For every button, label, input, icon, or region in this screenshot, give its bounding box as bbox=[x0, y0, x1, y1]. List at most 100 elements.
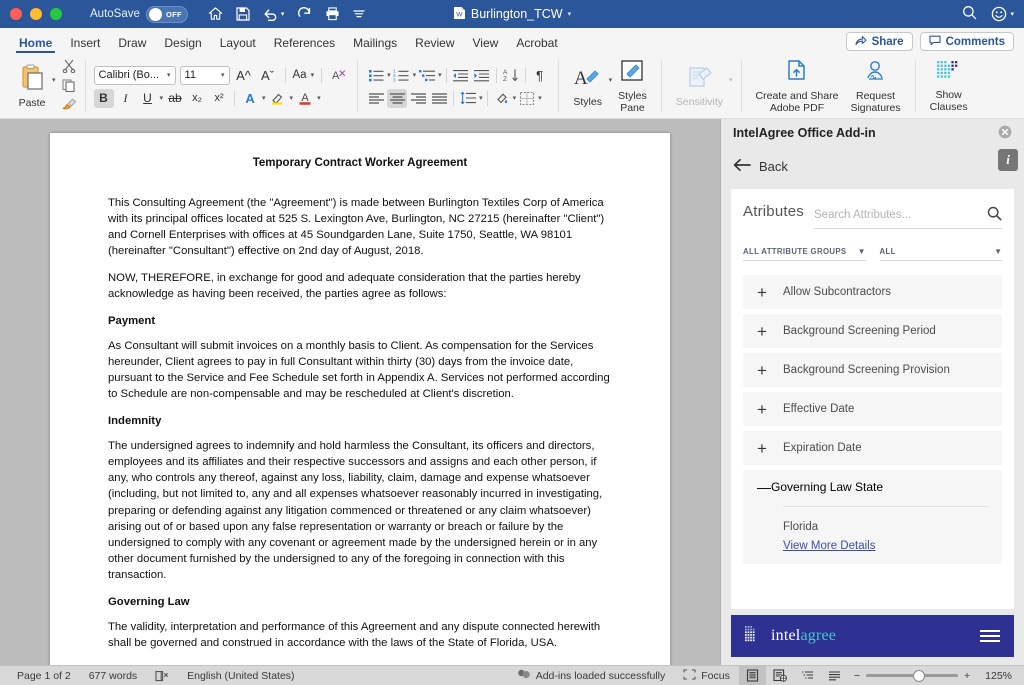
show-clauses-button[interactable]: Show Clauses bbox=[924, 58, 974, 115]
undo-dropdown-icon[interactable]: ▾ bbox=[281, 10, 285, 18]
zoom-slider-handle[interactable] bbox=[913, 669, 925, 682]
text-effects-button[interactable]: A bbox=[240, 89, 260, 108]
line-spacing-icon[interactable] bbox=[458, 89, 478, 108]
numbering-dropdown-icon[interactable]: ▾ bbox=[413, 71, 417, 79]
font-size-select[interactable]: 11 ▾ bbox=[179, 65, 230, 85]
font-color-icon[interactable]: A bbox=[295, 89, 315, 108]
increase-indent-icon[interactable] bbox=[472, 66, 492, 85]
back-button[interactable]: Back bbox=[733, 158, 788, 175]
subscript-button[interactable]: x₂ bbox=[187, 89, 207, 108]
maximize-window-button[interactable] bbox=[50, 8, 62, 20]
shading-dropdown-icon[interactable]: ▾ bbox=[513, 94, 517, 102]
text-effects-dropdown-icon[interactable]: ▾ bbox=[262, 94, 266, 102]
collapse-icon[interactable]: — bbox=[757, 479, 771, 495]
italic-button[interactable]: I bbox=[116, 89, 136, 108]
change-case-dropdown-icon[interactable]: ▾ bbox=[311, 71, 315, 79]
borders-icon[interactable] bbox=[517, 89, 537, 108]
bullet-list-icon[interactable] bbox=[366, 66, 386, 85]
underline-dropdown-icon[interactable]: ▾ bbox=[160, 94, 164, 102]
save-icon[interactable] bbox=[236, 7, 250, 21]
tab-design[interactable]: Design bbox=[155, 37, 210, 53]
change-case-button[interactable]: Aa bbox=[293, 66, 307, 85]
search-input[interactable] bbox=[814, 209, 987, 221]
decrease-indent-icon[interactable] bbox=[451, 66, 471, 85]
attribute-row-background-screening-provision[interactable]: + Background Screening Provision bbox=[743, 353, 1002, 387]
expand-icon[interactable]: + bbox=[757, 440, 783, 457]
underline-button[interactable]: U bbox=[138, 89, 158, 108]
tab-view[interactable]: View bbox=[464, 37, 508, 53]
account-dropdown-icon[interactable]: ▾ bbox=[1010, 10, 1014, 18]
grow-font-button[interactable]: A^ bbox=[234, 66, 254, 85]
print-icon[interactable] bbox=[325, 7, 340, 21]
search-icon[interactable] bbox=[987, 206, 1002, 224]
view-more-details-link[interactable]: View More Details bbox=[783, 540, 875, 552]
numbered-list-icon[interactable]: 123 bbox=[392, 66, 412, 85]
outline-view-button[interactable] bbox=[794, 666, 821, 685]
autosave-toggle[interactable]: OFF bbox=[145, 5, 188, 23]
highlight-icon[interactable] bbox=[268, 89, 288, 108]
close-window-button[interactable] bbox=[10, 8, 22, 20]
sensitivity-dropdown-icon[interactable]: ▾ bbox=[729, 76, 733, 84]
multilevel-dropdown-icon[interactable]: ▾ bbox=[438, 71, 442, 79]
styles-pane-button[interactable]: Styles Pane bbox=[612, 57, 653, 116]
expand-icon[interactable]: + bbox=[757, 362, 783, 379]
highlight-dropdown-icon[interactable]: ▾ bbox=[290, 94, 294, 102]
zoom-level-label[interactable]: 125% bbox=[976, 670, 1016, 682]
cut-icon[interactable] bbox=[62, 59, 77, 76]
attribute-group-filter[interactable]: ALL ATTRIBUTE GROUPS ▼ bbox=[743, 247, 866, 261]
focus-button[interactable]: Focus bbox=[674, 668, 739, 683]
multilevel-list-icon[interactable] bbox=[417, 66, 437, 85]
copy-icon[interactable] bbox=[61, 79, 77, 95]
zoom-in-button[interactable]: + bbox=[964, 670, 970, 682]
zoom-control[interactable]: − + bbox=[848, 669, 976, 682]
superscript-button[interactable]: x² bbox=[209, 89, 229, 108]
document-canvas[interactable]: Temporary Contract Worker Agreement This… bbox=[0, 119, 720, 665]
attribute-row-allow-subcontractors[interactable]: + Allow Subcontractors bbox=[743, 275, 1002, 309]
tab-acrobat[interactable]: Acrobat bbox=[507, 37, 566, 53]
document-title[interactable]: Burlington_TCW bbox=[471, 7, 563, 21]
zoom-out-button[interactable]: − bbox=[854, 670, 860, 682]
attribute-row-background-screening-period[interactable]: + Background Screening Period bbox=[743, 314, 1002, 348]
search-icon[interactable] bbox=[962, 5, 977, 23]
borders-dropdown-icon[interactable]: ▾ bbox=[538, 94, 542, 102]
justify-icon[interactable] bbox=[429, 89, 449, 108]
paste-dropdown-icon[interactable]: ▾ bbox=[52, 76, 56, 84]
shrink-font-button[interactable]: Aˇ bbox=[258, 66, 278, 85]
tab-home[interactable]: Home bbox=[10, 37, 61, 53]
word-count[interactable]: 677 words bbox=[80, 670, 146, 682]
expand-icon[interactable]: + bbox=[757, 401, 783, 418]
styles-button[interactable]: A Styles bbox=[567, 63, 609, 110]
align-right-icon[interactable] bbox=[408, 89, 428, 108]
web-layout-view-button[interactable] bbox=[766, 666, 794, 685]
align-center-icon[interactable] bbox=[387, 88, 408, 108]
tab-references[interactable]: References bbox=[265, 37, 344, 53]
shading-icon[interactable] bbox=[492, 89, 512, 108]
create-and-share-adobe-pdf-button[interactable]: Create and Share Adobe PDF bbox=[750, 57, 845, 116]
tab-mailings[interactable]: Mailings bbox=[344, 37, 406, 53]
clear-formatting-icon[interactable]: A bbox=[329, 66, 349, 85]
proofing-errors-icon[interactable] bbox=[146, 670, 178, 682]
print-layout-view-button[interactable] bbox=[738, 665, 766, 685]
undo-icon[interactable]: ▾ bbox=[263, 8, 285, 21]
comments-button[interactable]: Comments bbox=[919, 32, 1014, 51]
paste-button[interactable]: Paste bbox=[12, 62, 52, 111]
document-title-dropdown-icon[interactable]: ▾ bbox=[568, 10, 572, 18]
expand-icon[interactable]: + bbox=[757, 323, 783, 340]
search-attributes-field[interactable] bbox=[814, 206, 1002, 229]
smiley-account-icon[interactable]: ▾ bbox=[991, 6, 1014, 22]
window-controls[interactable] bbox=[10, 8, 62, 20]
tab-layout[interactable]: Layout bbox=[211, 37, 265, 53]
attribute-row-effective-date[interactable]: + Effective Date bbox=[743, 392, 1002, 426]
tab-insert[interactable]: Insert bbox=[61, 37, 109, 53]
home-icon[interactable] bbox=[208, 7, 223, 21]
strikethrough-button[interactable]: ab bbox=[165, 89, 185, 108]
draft-view-button[interactable] bbox=[821, 666, 848, 685]
autosave-control[interactable]: AutoSave OFF bbox=[90, 5, 188, 23]
bullet-dropdown-icon[interactable]: ▾ bbox=[387, 71, 391, 79]
align-left-icon[interactable] bbox=[366, 89, 386, 108]
line-spacing-dropdown-icon[interactable]: ▾ bbox=[479, 94, 483, 102]
bold-button[interactable]: B bbox=[93, 88, 114, 108]
font-color-dropdown-icon[interactable]: ▾ bbox=[317, 94, 321, 102]
info-button[interactable]: i bbox=[998, 149, 1018, 171]
customize-qat-icon[interactable] bbox=[353, 9, 365, 19]
